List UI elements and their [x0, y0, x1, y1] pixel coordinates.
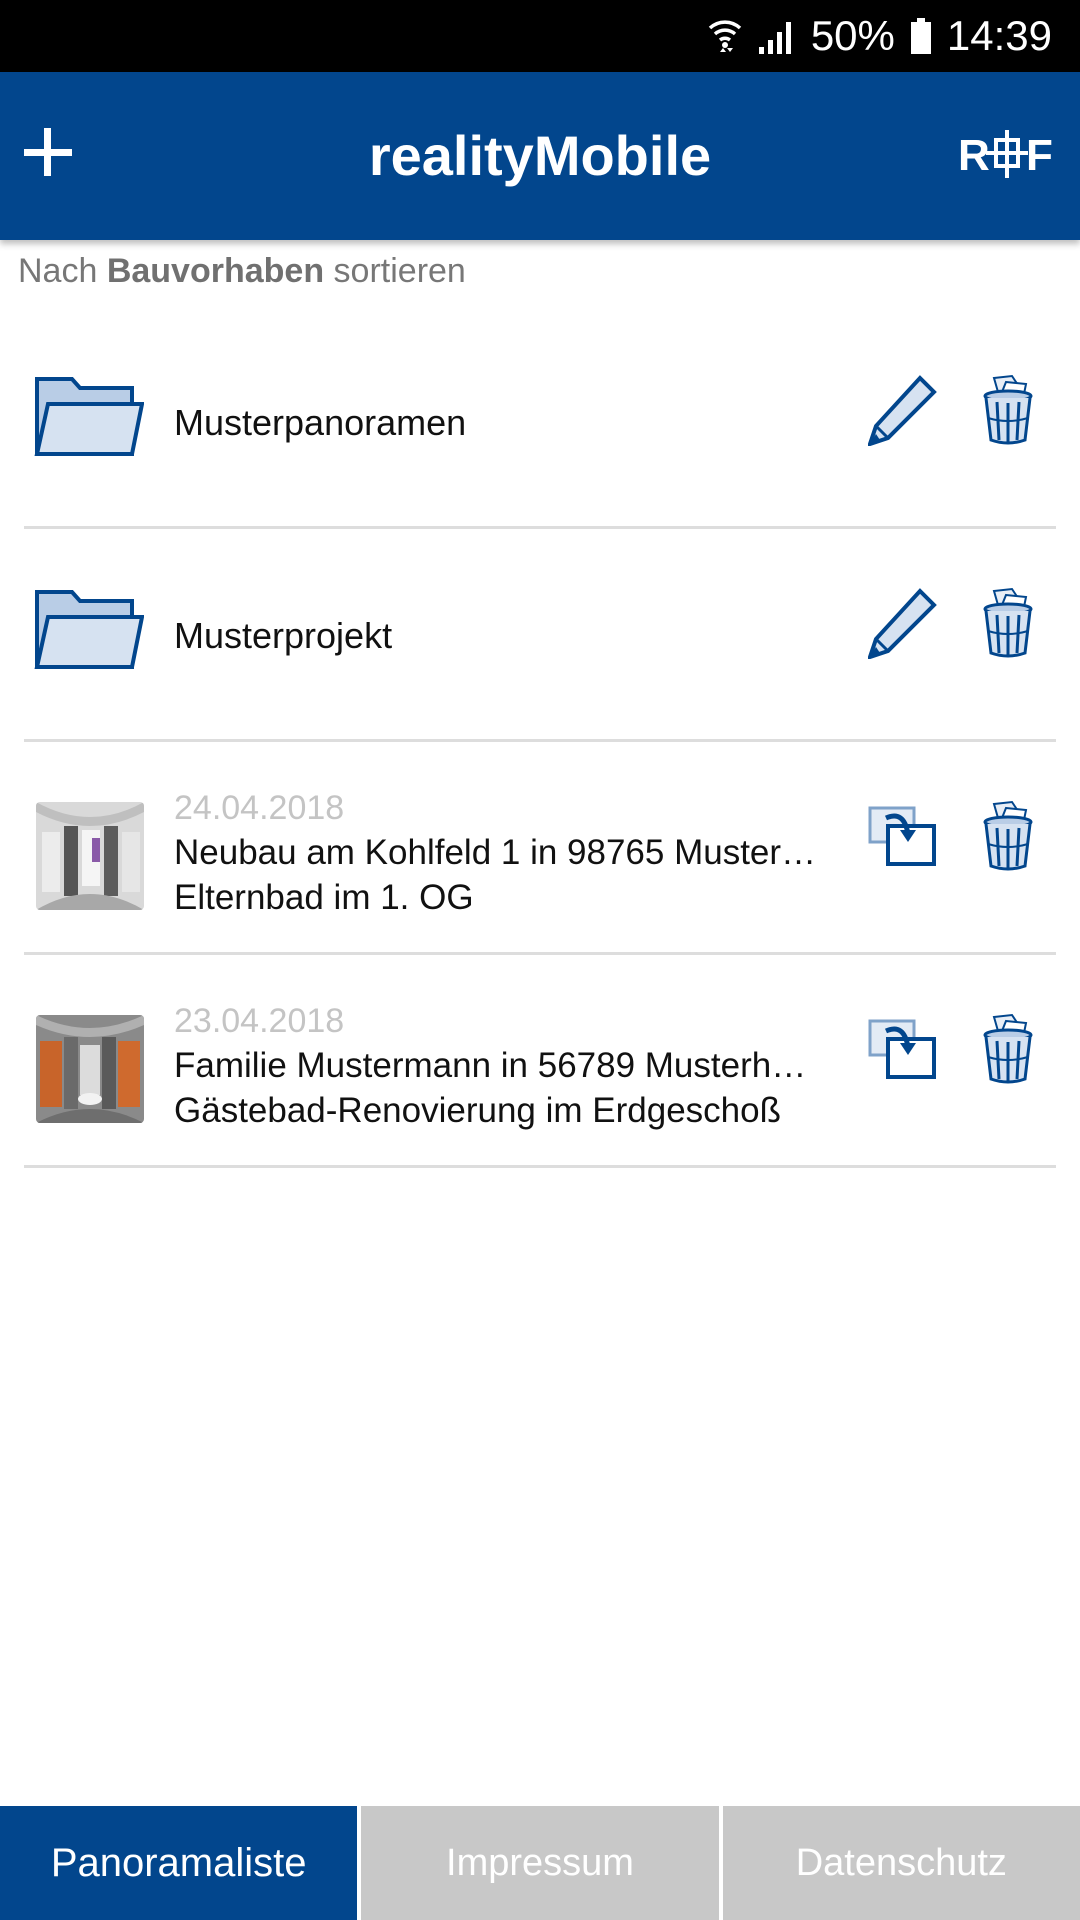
folder-icon — [34, 376, 145, 458]
project-list: Musterpanoramen Musterprojekt 24.04.2018… — [0, 316, 1080, 1168]
tab-panoramaliste[interactable]: Panoramaliste — [0, 1806, 358, 1920]
sort-field[interactable]: Bauvorhaben — [107, 252, 324, 290]
edit-button[interactable] — [866, 374, 938, 448]
trash-icon — [983, 800, 1033, 871]
move-button[interactable] — [868, 1013, 938, 1085]
trash-icon — [983, 587, 1033, 658]
add-button[interactable] — [18, 122, 78, 182]
panorama-title: Neubau am Kohlfeld 1 in 98765 Muster… — [174, 833, 817, 872]
divider — [24, 1165, 1056, 1168]
wifi-icon — [707, 16, 743, 56]
folder-name: Musterpanoramen — [174, 401, 467, 443]
list-item[interactable]: Musterpanoramen — [0, 316, 1080, 529]
bottom-tab-bar: Panoramaliste Impressum Datenschutz — [0, 1806, 1080, 1920]
panorama-subtitle: Elternbad im 1. OG — [174, 878, 474, 917]
battery-icon — [909, 16, 933, 56]
folder-name: Musterprojekt — [174, 614, 393, 656]
app-bar: realityMobile R F — [0, 72, 1080, 240]
sort-prefix: Nach — [18, 252, 98, 290]
svg-text:F: F — [1026, 131, 1053, 180]
tab-datenschutz[interactable]: Datenschutz — [722, 1806, 1080, 1920]
move-icon — [868, 806, 936, 866]
panorama-thumbnail — [36, 802, 144, 910]
signal-icon — [757, 17, 797, 55]
delete-button[interactable] — [982, 374, 1034, 446]
panorama-date: 24.04.2018 — [174, 789, 345, 827]
delete-button[interactable] — [982, 1013, 1034, 1085]
app-title: realityMobile — [368, 124, 712, 187]
pencil-icon — [866, 375, 937, 448]
trash-icon — [983, 374, 1033, 445]
logo[interactable]: R F — [958, 126, 1058, 186]
sort-suffix: sortieren — [333, 252, 466, 290]
panorama-subtitle: Gästebad-Renovierung im Erdgeschoß — [174, 1091, 781, 1130]
list-item[interactable]: 23.04.2018 Familie Mustermann in 56789 M… — [0, 955, 1080, 1168]
panorama-title: Familie Mustermann in 56789 Musterh… — [174, 1046, 807, 1085]
status-bar: 50% 14:39 — [0, 0, 1080, 72]
tab-impressum[interactable]: Impressum — [361, 1806, 719, 1920]
sort-selector[interactable]: Nach Bauvorhaben sortieren — [18, 252, 466, 291]
delete-button[interactable] — [982, 587, 1034, 659]
battery-percent: 50% — [810, 12, 895, 59]
panorama-info: 24.04.2018 Neubau am Kohlfeld 1 in 98765… — [174, 786, 834, 920]
list-item[interactable]: 24.04.2018 Neubau am Kohlfeld 1 in 98765… — [0, 742, 1080, 955]
clock: 14:39 — [946, 12, 1052, 59]
delete-button[interactable] — [982, 800, 1034, 872]
panorama-info: 23.04.2018 Familie Mustermann in 56789 M… — [174, 999, 834, 1133]
pencil-icon — [866, 588, 937, 661]
panorama-thumbnail — [36, 1015, 144, 1123]
list-item[interactable]: Musterprojekt — [0, 529, 1080, 742]
plus-icon — [24, 128, 72, 176]
move-icon — [868, 1019, 936, 1079]
svg-text:R: R — [958, 131, 990, 180]
move-button[interactable] — [868, 800, 938, 872]
trash-icon — [983, 1013, 1033, 1084]
folder-icon — [34, 589, 145, 671]
edit-button[interactable] — [866, 587, 938, 661]
panorama-date: 23.04.2018 — [174, 1002, 345, 1040]
